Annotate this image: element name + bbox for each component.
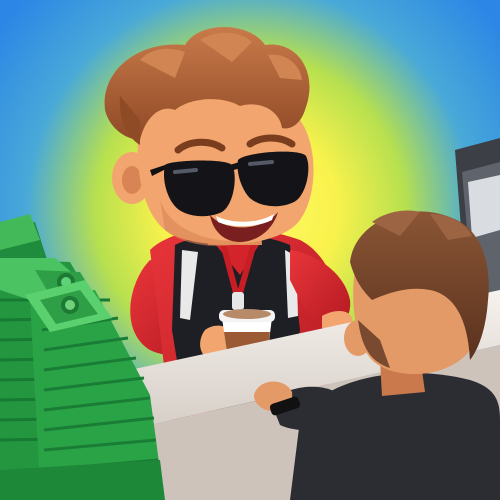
game-icon-scene (0, 0, 500, 500)
game-icon-art (0, 0, 500, 500)
